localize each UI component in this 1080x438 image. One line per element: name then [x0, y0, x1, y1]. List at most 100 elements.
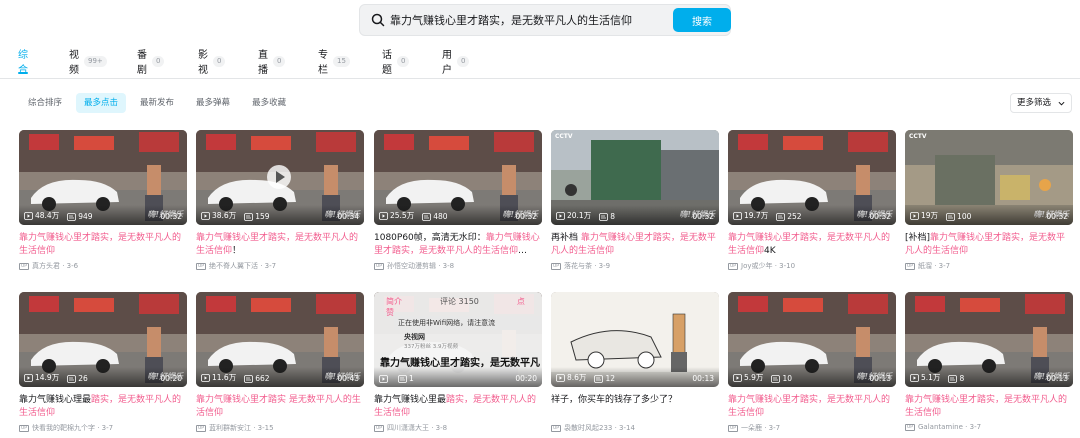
video-title[interactable]: 靠力气赚钱心里最踏实，是无数平凡人的生活信仰 [374, 394, 542, 420]
video-title[interactable]: 靠力气赚钱心里才踏实，是无数平凡人的生活信仰 [728, 394, 896, 420]
video-title[interactable]: 靠力气赚钱心里才踏实 是无数平凡人的生活信仰 [196, 394, 364, 420]
title-suffix: 4K [764, 246, 776, 256]
video-stats: 38.6万 159 00:34 [196, 205, 364, 225]
uploader-name[interactable]: 快看我的靶棉九个字 [32, 423, 95, 433]
uploader-name[interactable]: 孙悟空动漫剪辑 [387, 261, 436, 271]
video-thumbnail[interactable]: 嗨!好娱乐 5.9万 10 00:13 [728, 292, 896, 387]
video-meta: UP 落花与茶 · 3-9 [551, 261, 719, 271]
publish-date: · 3-15 [251, 424, 274, 432]
video-stats: 8.6万 12 00:13 [551, 367, 719, 387]
tab-4[interactable]: 直播 0 [258, 50, 286, 76]
uploader-name[interactable]: Joy或少年 [741, 261, 773, 271]
uploader-name[interactable]: 真方头君 [32, 261, 60, 271]
danmaku-count: 8 [948, 374, 964, 383]
tab-label: 综合 [18, 50, 28, 76]
search-button[interactable]: 搜索 [673, 8, 731, 32]
video-title[interactable]: 靠力气赚钱心里才踏实，是无数平凡人的生活信仰！ [196, 232, 364, 258]
video-thumbnail[interactable]: 嗨!好娱乐 25.5万 480 00:32 [374, 130, 542, 225]
uploader-name[interactable]: 一朵鹿 [741, 423, 762, 433]
video-card[interactable]: 嗨!好娱乐 14.9万 26 00:20 靠力气赚钱心理最踏实，是无数平凡人的生… [19, 292, 187, 433]
sort-option[interactable]: 最多点击 [76, 93, 127, 113]
video-thumbnail[interactable]: 嗨!好娱乐 5.1万 8 00:13 [905, 292, 1073, 387]
view-count [379, 375, 390, 383]
video-card[interactable]: CCTV嗨!好娱乐 19万 100 00:32 [补档]靠力气赚钱心里才踏实，是… [905, 130, 1073, 271]
uploader-name[interactable]: 紙溜 [918, 261, 932, 271]
video-duration: 00:32 [160, 212, 182, 221]
tab-0[interactable]: 综合 [18, 50, 28, 76]
search-input[interactable] [390, 10, 670, 30]
view-count: 19万 [910, 210, 938, 221]
sort-option[interactable]: 最多收藏 [244, 93, 294, 113]
danmaku-count-icon [244, 374, 254, 383]
video-thumbnail[interactable]: CCTV嗨!好娱乐 19万 100 00:32 [905, 130, 1073, 225]
video-card[interactable]: 嗨!好娱乐 48.4万 949 00:32 靠力气赚钱心里才踏实，是无数平凡人的… [19, 130, 187, 271]
video-title[interactable]: 靠力气赚钱心里才踏实，是无数平凡人的生活信仰 [905, 394, 1073, 420]
sort-option[interactable]: 综合排序 [20, 93, 70, 113]
uploader-icon: UP [728, 424, 738, 432]
video-thumbnail[interactable]: 8.6万 12 00:13 [551, 292, 719, 387]
video-stats: 20.1万 8 00:32 [551, 205, 719, 225]
video-thumbnail[interactable]: 嗨!好娱乐 11.6万 662 00:43 [196, 292, 364, 387]
video-card[interactable]: 嗨!好娱乐 5.9万 10 00:13 靠力气赚钱心里才踏实，是无数平凡人的生活… [728, 292, 896, 433]
video-stats: 5.1万 8 00:13 [905, 367, 1073, 387]
video-card[interactable]: 8.6万 12 00:13 祥子，你买车的钱存了多少了？ UP 袅散时风起233… [551, 292, 719, 433]
play-icon[interactable] [267, 165, 291, 189]
uploader-name[interactable]: 绝不脊人翼下活 [209, 261, 258, 271]
view-count-icon [733, 211, 742, 220]
tab-2[interactable]: 番剧 0 [137, 50, 165, 76]
video-thumbnail[interactable]: 嗨!好娱乐 14.9万 26 00:20 [19, 292, 187, 387]
title-prefix: [补档] [905, 233, 931, 243]
video-thumbnail[interactable]: 简介 评论 3150 点赞 正在使用非Wifi网络，请注意流 央视网 337万粉丝 … [374, 292, 542, 387]
uploader-icon: UP [728, 262, 738, 270]
view-count-icon [556, 373, 565, 382]
uploader-name[interactable]: Galantamine [918, 423, 963, 431]
video-thumbnail[interactable]: 嗨!好娱乐 48.4万 949 00:32 [19, 130, 187, 225]
uploader-icon: UP [905, 262, 915, 270]
video-title[interactable]: 靠力气赚钱心里才踏实，是无数平凡人的生活信仰 [19, 232, 187, 258]
video-title[interactable]: 靠力气赚钱心理最踏实，是无数平凡人的生活信仰 [19, 394, 187, 420]
tab-6[interactable]: 话题 0 [382, 50, 410, 76]
video-meta: UP 袅散时风起233 · 3-14 [551, 423, 719, 433]
tab-count-badge: 0 [397, 55, 410, 67]
overlay-tab-intro[interactable]: 简介 [386, 297, 402, 306]
video-card[interactable]: 嗨!好娱乐 38.6万 159 00:34 靠力气赚钱心里才踏实，是无数平凡人的… [196, 130, 364, 271]
video-title[interactable]: 祥子，你买车的钱存了多少了？ [551, 394, 719, 420]
video-card[interactable]: 嗨!好娱乐 5.1万 8 00:13 靠力气赚钱心里才踏实，是无数平凡人的生活信… [905, 292, 1073, 431]
video-thumbnail[interactable]: 嗨!好娱乐 19.7万 252 00:32 [728, 130, 896, 225]
tab-1[interactable]: 视频 99+ [69, 50, 107, 76]
danmaku-count-icon [594, 374, 604, 383]
video-duration: 00:13 [692, 374, 714, 383]
tab-5[interactable]: 专栏 15 [318, 50, 350, 76]
video-title[interactable]: [补档]靠力气赚钱心里才踏实，是无数平凡人的生活信仰 [905, 232, 1073, 258]
overlay-tab-comments[interactable]: 评论 3150 [440, 297, 479, 306]
tab-3[interactable]: 影视 0 [198, 50, 226, 76]
overlay-tabs: 简介 评论 3150 点赞 [386, 296, 542, 318]
tab-count-badge: 0 [152, 55, 165, 67]
video-card[interactable]: 嗨!好娱乐 25.5万 480 00:32 1080P60帧，高清无水印：靠力气… [374, 130, 542, 271]
video-title[interactable]: 靠力气赚钱心里才踏实，是无数平凡人的生活信仰4K [728, 232, 896, 258]
danmaku-count-icon [946, 212, 955, 221]
uploader-name[interactable]: 蓝利群新安江 [209, 423, 251, 433]
tab-label: 专栏 [318, 50, 328, 76]
danmaku-count-icon [599, 212, 609, 221]
video-card[interactable]: 简介 评论 3150 点赞 正在使用非Wifi网络，请注意流 央视网 337万粉丝 … [374, 292, 542, 433]
channel-name: 央视网 [404, 333, 425, 341]
video-title[interactable]: 再补档 靠力气赚钱心里才踏实，是无数平凡人的生活信仰 [551, 232, 719, 258]
publish-date: · 3-7 [95, 424, 114, 432]
video-title[interactable]: 1080P60帧，高清无水印：靠力气赚钱心里才踏实，是无数平凡人的生活信仰… [374, 232, 542, 258]
uploader-name[interactable]: 袅散时风起233 [564, 423, 612, 433]
video-thumbnail[interactable]: CCTV嗨!好娱乐 20.1万 8 00:32 [551, 130, 719, 225]
video-stats: 1 00:20 [374, 367, 542, 387]
video-meta: UP 蓝利群新安江 · 3-15 [196, 423, 364, 433]
uploader-name[interactable]: 四川潇潇大王 [387, 423, 429, 433]
tab-count-badge: 0 [213, 55, 226, 67]
video-thumbnail[interactable]: 嗨!好娱乐 38.6万 159 00:34 [196, 130, 364, 225]
video-card[interactable]: 嗨!好娱乐 19.7万 252 00:32 靠力气赚钱心里才踏实，是无数平凡人的… [728, 130, 896, 271]
tab-7[interactable]: 用户 0 [442, 50, 470, 76]
more-filters-button[interactable]: 更多筛选 [1009, 93, 1072, 113]
video-card[interactable]: 嗨!好娱乐 11.6万 662 00:43 靠力气赚钱心里才踏实 是无数平凡人的… [196, 292, 364, 433]
sort-option[interactable]: 最新发布 [132, 93, 182, 113]
uploader-name[interactable]: 落花与茶 [564, 261, 592, 271]
sort-option[interactable]: 最多弹幕 [188, 93, 238, 113]
video-card[interactable]: CCTV嗨!好娱乐 20.1万 8 00:32 再补档 靠力气赚钱心里才踏实，是… [551, 130, 719, 271]
